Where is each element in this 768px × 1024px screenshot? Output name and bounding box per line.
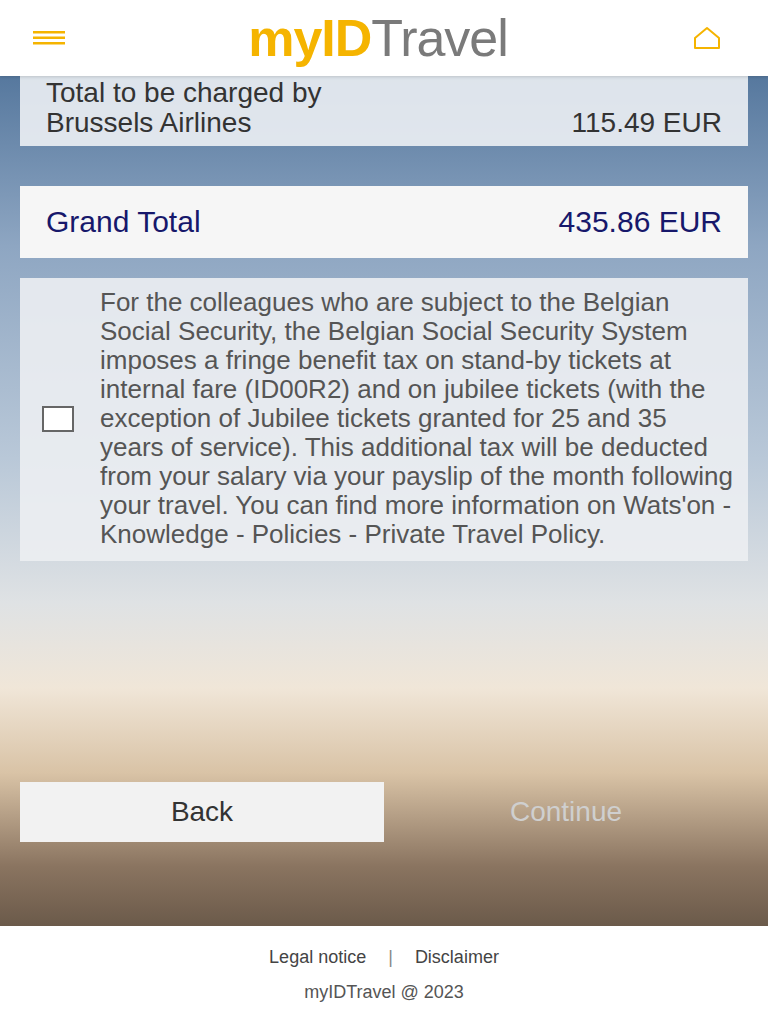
action-button[interactable]: Back [20, 782, 384, 842]
footer-links: Legal notice | Disclaimer [269, 947, 499, 968]
footer: Legal notice | Disclaimer myIDTravel @ 2023 [0, 926, 768, 1024]
header: myIDTravel [0, 0, 768, 76]
grand-total-amount: 435.86 EUR [559, 207, 722, 237]
label-line: Brussels Airlines [46, 108, 322, 138]
footer-separator: | [388, 947, 393, 968]
logo[interactable]: myIDTravel [248, 12, 508, 64]
menu-button[interactable] [32, 21, 66, 55]
action-button: Continue [384, 782, 748, 842]
button-row: BackContinue [20, 782, 748, 842]
airline-total-label: Total to be charged byBrussels Airlines [46, 78, 322, 138]
tax-notice: For the colleagues who are subject to th… [20, 278, 748, 561]
airline-total-card: Total to be charged byBrussels Airlines 1… [20, 76, 748, 146]
airline-total-amount: 115.49 EUR [572, 108, 722, 138]
accept-checkbox[interactable] [42, 406, 74, 432]
page: myIDTravel Total to be charged byBrussels… [0, 0, 768, 1024]
logo-suffix: Travel [371, 12, 508, 64]
tax-notice-text: For the colleagues who are subject to th… [100, 288, 734, 549]
content: Total to be charged byBrussels Airlines 1… [0, 76, 768, 926]
logo-brand: myID [248, 12, 371, 64]
grand-total-label: Grand Total [46, 205, 201, 239]
grand-total-card: Grand Total 435.86 EUR [20, 186, 748, 258]
copyright: myIDTravel @ 2023 [304, 982, 464, 1003]
label-line: Total to be charged by [46, 78, 322, 108]
home-icon[interactable] [693, 26, 721, 50]
footer-link[interactable]: Disclaimer [415, 947, 499, 968]
footer-link[interactable]: Legal notice [269, 947, 366, 968]
home-button[interactable] [690, 21, 724, 55]
hamburger-icon[interactable] [33, 31, 65, 45]
